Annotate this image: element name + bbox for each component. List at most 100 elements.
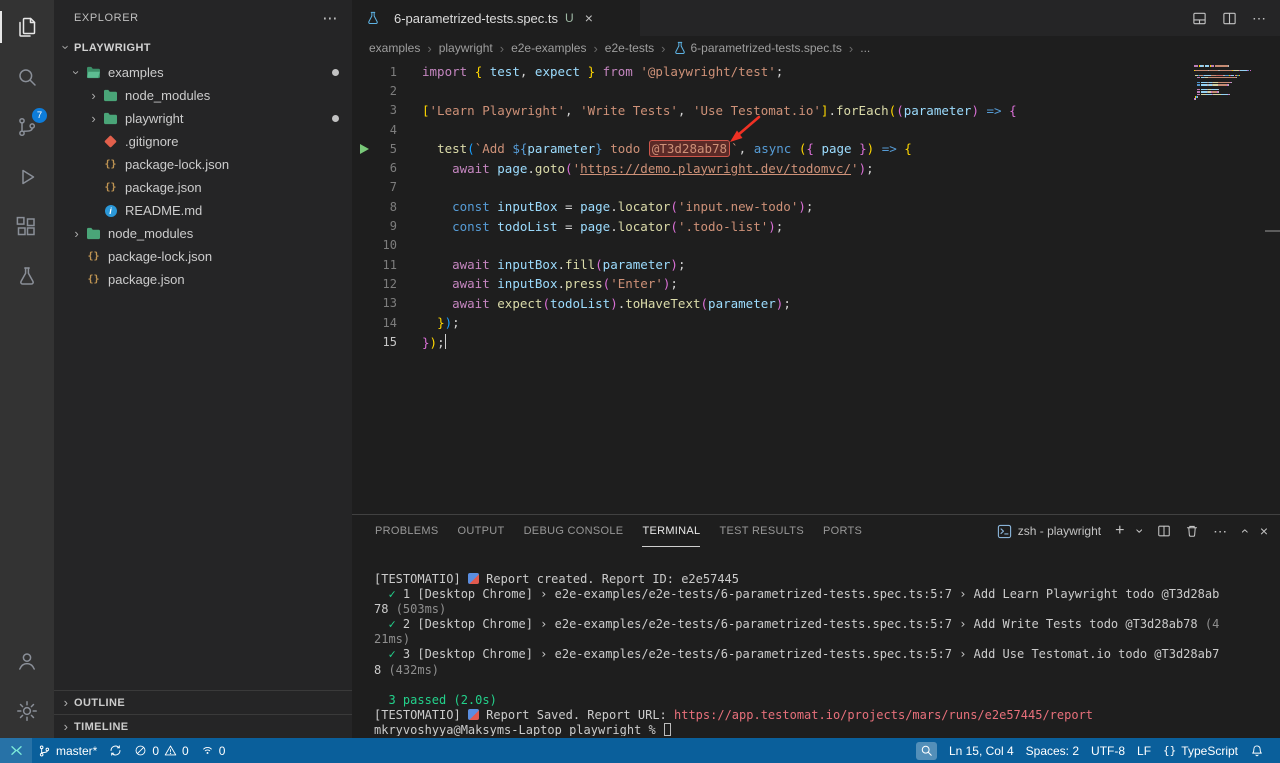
language-mode-status[interactable]: {} TypeScript [1157, 738, 1244, 763]
split-terminal-button[interactable] [1157, 524, 1171, 538]
code-line[interactable]: 10 [352, 236, 1280, 255]
code-line[interactable]: 13 await expect(todoList).toHaveText(par… [352, 294, 1280, 313]
code-token [979, 103, 987, 118]
breadcrumb-file[interactable]: 6-parametrized-tests.spec.ts [673, 41, 842, 56]
code-line[interactable]: 11 await inputBox.fill(parameter); [352, 255, 1280, 274]
breadcrumb-label: ... [860, 41, 870, 55]
breadcrumb-label: playwright [439, 41, 493, 55]
cursor-position-status[interactable]: Ln 15, Col 4 [943, 738, 1020, 763]
search-activity-button[interactable] [0, 52, 54, 102]
code-line[interactable]: 12 await inputBox.press('Enter'); [352, 274, 1280, 293]
tree-item-node_modules[interactable]: ›node_modules [54, 84, 352, 107]
close-panel-button[interactable]: × [1260, 523, 1268, 539]
code-line[interactable]: 14 }); [352, 313, 1280, 332]
panel-tab-debug-console[interactable]: DEBUG CONSOLE [524, 515, 624, 547]
run-debug-activity-button[interactable] [0, 152, 54, 202]
code-line[interactable]: 4 [352, 120, 1280, 139]
tree-item-playwright[interactable]: ›playwright [54, 107, 352, 130]
settings-gear-button[interactable] [0, 686, 54, 736]
sync-button[interactable] [103, 738, 128, 763]
breadcrumb-item[interactable]: examples [369, 41, 420, 55]
tree-item-package-lock.json[interactable]: {}package-lock.json [54, 245, 352, 268]
section-header-playwright[interactable]: › PLAYWRIGHT [54, 36, 352, 59]
tree-item-package.json[interactable]: {}package.json [54, 176, 352, 199]
panel-tab-output[interactable]: OUTPUT [458, 515, 505, 547]
terminal-token: ✓ [388, 617, 395, 631]
outline-section[interactable]: › OUTLINE [54, 690, 352, 714]
panel-tab-test-results[interactable]: TEST RESULTS [719, 515, 804, 547]
code-line[interactable]: 2 [352, 81, 1280, 100]
more-actions-icon[interactable]: ⋯ [1252, 10, 1266, 27]
code-line[interactable]: 8 const inputBox = page.locator('input.n… [352, 197, 1280, 216]
tree-item-.gitignore[interactable]: .gitignore [54, 130, 352, 153]
code-token: fill [565, 257, 595, 272]
tree-item-label: playwright [125, 111, 184, 126]
breadcrumb-item[interactable]: playwright [439, 41, 493, 55]
breadcrumb-item[interactable]: e2e-tests [605, 41, 654, 55]
tab-dirty-indicator: U [565, 11, 574, 25]
tree-item-package-lock.json[interactable]: {}package-lock.json [54, 153, 352, 176]
code-token [422, 141, 437, 156]
eol-status[interactable]: LF [1131, 738, 1157, 763]
breadcrumb-overflow[interactable]: ... [860, 41, 870, 55]
code-line[interactable]: 7 [352, 178, 1280, 197]
minimap[interactable] [1194, 65, 1266, 101]
source-control-activity-button[interactable]: 7 [0, 102, 54, 152]
code-token: , [739, 141, 754, 156]
tab-close-button[interactable]: × [585, 10, 593, 26]
code-token: goto [535, 161, 565, 176]
tree-item-node_modules[interactable]: ›node_modules [54, 222, 352, 245]
code-line[interactable]: 5 test(`Add ${parameter} todo @T3d28ab78… [352, 139, 1280, 158]
code-token: ) [610, 296, 618, 311]
terminal-line: 21ms) [374, 632, 1272, 647]
explorer-activity-button[interactable] [0, 2, 54, 52]
maximize-panel-chevron[interactable]: › [1235, 529, 1251, 534]
ports-status[interactable]: 0 [195, 738, 232, 763]
code-editor[interactable]: 1import { test, expect } from '@playwrig… [352, 60, 1280, 514]
indentation-status[interactable]: Spaces: 2 [1020, 738, 1085, 763]
split-editor-icon[interactable] [1222, 11, 1237, 26]
editor-layout-icon[interactable] [1192, 11, 1207, 26]
activity-bar: 7 [0, 0, 54, 738]
terminal-dropdown-chevron[interactable]: › [1133, 529, 1149, 534]
terminal-output[interactable]: [TESTOMATIO] Report created. Report ID: … [374, 572, 1272, 736]
more-actions-icon[interactable]: ⋯ [322, 9, 338, 27]
remote-indicator[interactable] [0, 738, 32, 763]
editor-tab[interactable]: 6-parametrized-tests.spec.ts U × [352, 0, 640, 36]
code-line[interactable]: 9 const todoList = page.locator('.todo-l… [352, 216, 1280, 235]
git-branch-status[interactable]: master* [32, 738, 103, 763]
panel-tab-terminal[interactable]: TERMINAL [642, 515, 700, 547]
code-link[interactable]: https://demo.playwright.dev/todomvc/ [580, 161, 851, 176]
terminal-token: mkryvoshyya@Maksyms-Laptop playwright % [374, 723, 663, 736]
tree-item-examples[interactable]: ›examples [54, 61, 352, 84]
extensions-activity-button[interactable] [0, 202, 54, 252]
terminal-instance-selector[interactable]: zsh - playwright [997, 524, 1101, 539]
run-test-button[interactable] [360, 144, 369, 154]
code-line[interactable]: 15}); [352, 332, 1280, 351]
problems-status[interactable]: 0 0 [128, 738, 194, 763]
code-token [422, 276, 452, 291]
zoom-status-button[interactable] [916, 742, 937, 760]
timeline-section[interactable]: › TIMELINE [54, 714, 352, 738]
code-line[interactable]: 6 await page.goto('https://demo.playwrig… [352, 158, 1280, 177]
editor-scrollbar[interactable] [1265, 230, 1280, 232]
tree-item-package.json[interactable]: {}package.json [54, 268, 352, 291]
notifications-bell[interactable] [1244, 738, 1270, 763]
breadcrumb-label: 6-parametrized-tests.spec.ts [691, 41, 842, 55]
panel-tab-ports[interactable]: PORTS [823, 515, 862, 547]
json-icon: {} [102, 180, 119, 196]
code-line[interactable]: 1import { test, expect } from '@playwrig… [352, 62, 1280, 81]
new-terminal-button[interactable]: + [1115, 522, 1124, 540]
beaker-icon [15, 265, 39, 289]
accounts-button[interactable] [0, 636, 54, 686]
code-text: }); [422, 315, 460, 330]
testing-activity-button[interactable] [0, 252, 54, 302]
panel-tab-problems[interactable]: PROBLEMS [375, 515, 439, 547]
encoding-status[interactable]: UTF-8 [1085, 738, 1131, 763]
kill-terminal-button[interactable] [1185, 524, 1199, 538]
terminal-link[interactable]: https://app.testomat.io/projects/mars/ru… [674, 708, 1093, 722]
breadcrumb-item[interactable]: e2e-examples [511, 41, 586, 55]
code-line[interactable]: 3['Learn Playwright', 'Write Tests', 'Us… [352, 101, 1280, 120]
more-actions-icon[interactable]: ⋯ [1213, 523, 1227, 540]
tree-item-README.md[interactable]: iREADME.md [54, 199, 352, 222]
